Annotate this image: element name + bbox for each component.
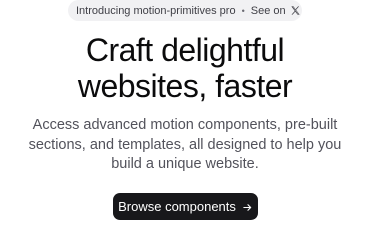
browse-components-button[interactable]: Browse components [113,193,258,220]
announcement-text: Introducing motion-primitives pro [76,4,236,17]
page-title: Craft delightful websites, faster [0,32,370,104]
title-line-1: Craft delightful [85,32,285,68]
arrow-right-icon [242,201,253,212]
see-on-x-link[interactable]: See on [251,5,286,17]
announcement-pill[interactable]: Introducing motion-primitives pro • See … [68,0,302,21]
title-line-2: websites, faster [77,68,293,104]
x-logo-icon [290,5,301,16]
hero-description: Access advanced motion components, pre-b… [28,117,342,172]
browse-components-label: Browse components [118,199,236,214]
announcement-separator: • [241,5,245,16]
